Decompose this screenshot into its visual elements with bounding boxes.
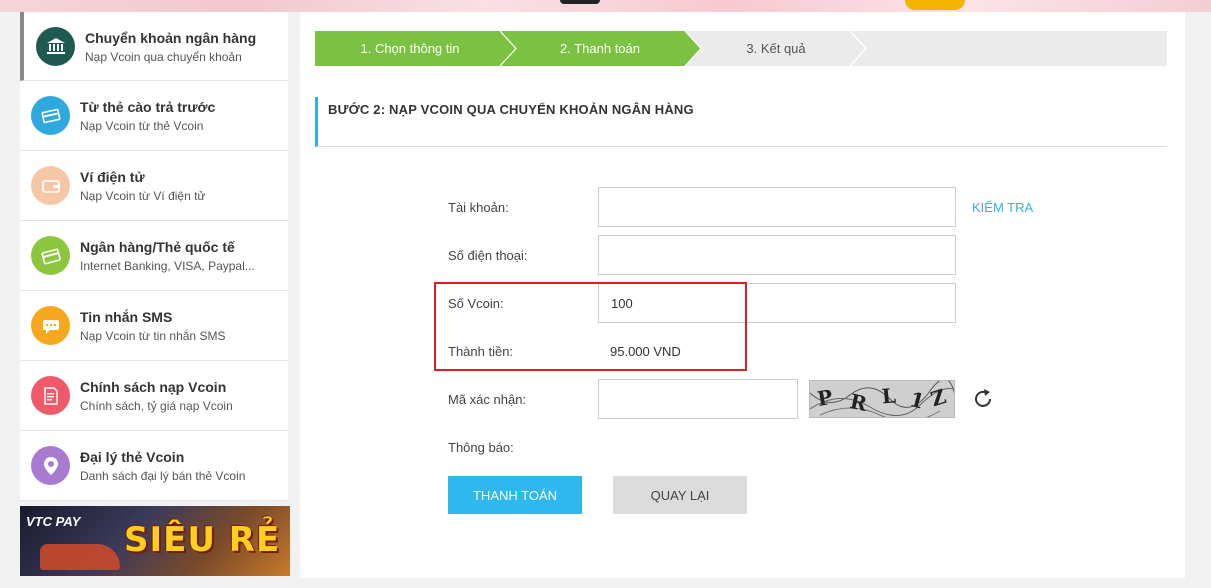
check-account-link[interactable]: KIỂM TRA: [972, 200, 1033, 215]
sidebar-item-subtitle: Nạp Vcoin từ thẻ Vcoin: [80, 119, 204, 133]
promo-car-image: [40, 544, 120, 570]
captcha-input[interactable]: [598, 379, 798, 419]
svg-text:L: L: [881, 383, 897, 408]
sidebar-item-subtitle: Nạp Vcoin từ Ví điện tử: [80, 189, 206, 203]
promo-text: SIÊU RẺ: [124, 520, 281, 560]
document-icon: [31, 376, 70, 415]
sidebar-item-title: Ví điện tử: [80, 169, 145, 185]
banner-decoration: [905, 0, 965, 10]
sidebar-item-policy[interactable]: Chính sách nạp Vcoin Chính sách, tỷ giá …: [20, 361, 288, 431]
phone-input[interactable]: [598, 235, 956, 275]
wallet-icon: [31, 166, 70, 205]
captcha-label: Mã xác nhận:: [448, 392, 527, 407]
refresh-captcha-icon[interactable]: [971, 387, 995, 411]
sidebar-item-sms[interactable]: Tin nhắn SMS Nạp Vcoin từ tin nhắn SMS: [20, 291, 288, 361]
promo-logo: VTC PAY: [26, 514, 81, 529]
sidebar-item-subtitle: Nạp Vcoin từ tin nhắn SMS: [80, 329, 226, 343]
sidebar-item-e-wallet[interactable]: Ví điện tử Nạp Vcoin từ Ví điện tử: [20, 151, 288, 221]
chat-icon: [31, 306, 70, 345]
bank-icon: [36, 26, 75, 66]
credit-card-icon: [31, 236, 70, 275]
sidebar-item-title: Đại lý thẻ Vcoin: [80, 449, 185, 465]
step-result: 3. Kết quả: [746, 41, 806, 56]
location-pin-icon: [31, 446, 70, 485]
sidebar-item-title: Từ thẻ cào trả trước: [80, 99, 216, 115]
top-banner: [0, 0, 1211, 12]
captcha-image: P R L 1 Z: [809, 380, 955, 418]
sidebar-item-subtitle: Internet Banking, VISA, Paypal...: [80, 259, 255, 273]
step-select-info: 1. Chọn thông tin: [360, 41, 460, 56]
section-title: BƯỚC 2: NẠP VCOIN QUA CHUYỂN KHOẢN NGÂN …: [315, 97, 1167, 147]
sidebar-item-subtitle: Danh sách đại lý bán thẻ Vcoin: [80, 469, 246, 483]
notice-label: Thông báo:: [448, 440, 514, 455]
sidebar-item-international-bank[interactable]: Ngân hàng/Thẻ quốc tế Internet Banking, …: [20, 221, 288, 291]
promo-banner[interactable]: VTC PAY SIÊU RẺ: [20, 506, 290, 576]
card-icon: [31, 96, 70, 135]
sidebar-item-title: Ngân hàng/Thẻ quốc tế: [80, 239, 235, 255]
sidebar-item-subtitle: Chính sách, tỷ giá nạp Vcoin: [80, 399, 233, 413]
sidebar-item-subtitle: Nạp Vcoin qua chuyển khoản: [85, 49, 242, 64]
sidebar-item-title: Chuyển khoản ngân hàng: [85, 29, 257, 46]
progress-steps: 1. Chọn thông tin 2. Thanh toán 3. Kết q…: [315, 31, 1167, 66]
banner-decoration: [560, 0, 600, 4]
main-panel: 1. Chọn thông tin 2. Thanh toán 3. Kết q…: [300, 12, 1185, 578]
sidebar-item-bank-transfer[interactable]: Chuyển khoản ngân hàng Nạp Vcoin qua chu…: [20, 12, 288, 81]
phone-label: Số điện thoại:: [448, 248, 528, 263]
pay-button[interactable]: THANH TOÁN: [448, 476, 582, 514]
sidebar-item-title: Tin nhắn SMS: [80, 309, 173, 325]
account-input[interactable]: [598, 187, 956, 227]
step-payment: 2. Thanh toán: [560, 41, 640, 56]
highlight-annotation: [434, 282, 747, 371]
sidebar-item-agents[interactable]: Đại lý thẻ Vcoin Danh sách đại lý bán th…: [20, 431, 288, 501]
sidebar: Chuyển khoản ngân hàng Nạp Vcoin qua chu…: [20, 12, 288, 501]
sidebar-item-prepaid-card[interactable]: Từ thẻ cào trả trước Nạp Vcoin từ thẻ Vc…: [20, 81, 288, 151]
sidebar-item-title: Chính sách nạp Vcoin: [80, 379, 227, 395]
account-label: Tài khoản:: [448, 200, 509, 215]
back-button[interactable]: QUAY LẠI: [613, 476, 747, 514]
